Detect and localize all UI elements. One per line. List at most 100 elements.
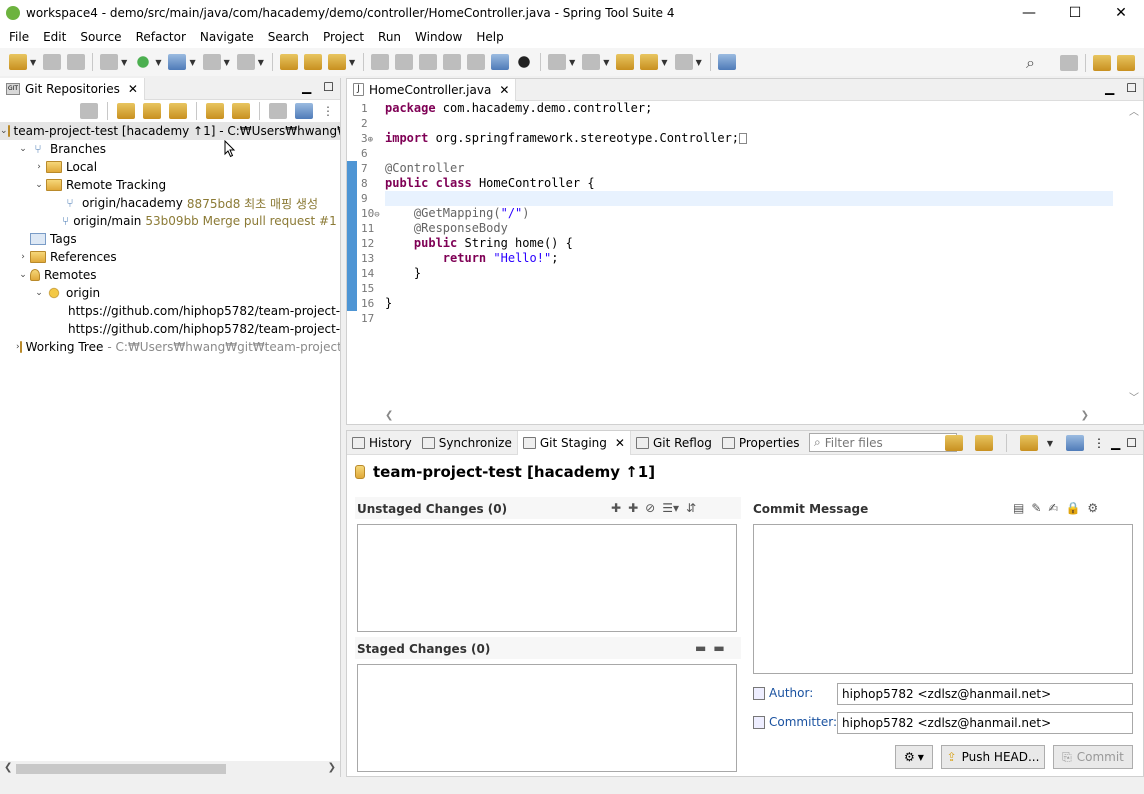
run-icon[interactable] <box>134 54 153 70</box>
chevron-down-icon[interactable]: ▼ <box>696 58 702 67</box>
tree-item-references[interactable]: › References <box>0 248 340 266</box>
menu-help[interactable]: Help <box>469 30 510 44</box>
close-icon[interactable]: ✕ <box>615 436 625 450</box>
scroll-thumb[interactable] <box>16 764 226 774</box>
tree-item-push-url[interactable]: https://github.com/hiphop5782/team-proje… <box>0 320 340 338</box>
minimize-icon[interactable]: ▁ <box>1111 436 1120 450</box>
menu-navigate[interactable]: Navigate <box>193 30 261 44</box>
create-repository-icon[interactable] <box>169 103 187 119</box>
amend-icon[interactable]: ✍ <box>1048 501 1058 515</box>
scroll-up-icon[interactable]: ︿ <box>1129 103 1139 118</box>
committer-field[interactable]: hiphop5782 <zdlsz@hanmail.net> <box>837 712 1133 734</box>
menu-edit[interactable]: Edit <box>36 30 73 44</box>
link-with-selection-icon[interactable] <box>232 103 250 119</box>
close-button[interactable]: ✕ <box>1098 0 1144 26</box>
clone-repository-icon[interactable] <box>143 103 161 119</box>
open-task-icon[interactable] <box>303 54 322 70</box>
tab-git-reflog[interactable]: Git Reflog <box>631 431 717 455</box>
chevron-down-icon[interactable]: ⌄ <box>16 144 30 154</box>
external-tools-icon[interactable] <box>236 54 255 70</box>
presentation-icon[interactable]: ☰▾ <box>662 501 679 515</box>
tree-item-origin-main[interactable]: ⑂ origin/main 53b09bb Merge pull request… <box>0 212 340 230</box>
block-selection-icon[interactable] <box>419 54 438 70</box>
fold-expand-icon[interactable]: ⊕ <box>368 135 373 145</box>
folded-block-icon[interactable] <box>739 133 748 144</box>
scroll-down-icon[interactable]: ﹀ <box>1129 389 1139 404</box>
unstaged-changes-list[interactable] <box>357 524 737 632</box>
link-with-selection-icon[interactable] <box>974 435 993 451</box>
minimize-icon[interactable]: ▁ <box>302 80 311 94</box>
view-menu-icon[interactable]: ⋮ <box>1093 436 1105 450</box>
scroll-left-icon[interactable]: ❮ <box>385 410 393 422</box>
layout-icon[interactable] <box>1066 435 1084 451</box>
menu-search[interactable]: Search <box>261 30 316 44</box>
debug-icon[interactable] <box>100 54 119 70</box>
chevron-down-icon[interactable]: ⌄ <box>0 126 8 136</box>
open-type-icon[interactable] <box>279 54 298 70</box>
new-icon[interactable] <box>9 54 27 70</box>
code-area[interactable]: 1 2 3⊕ 6 7 8 9 10⊖ 11 12 13 14 15 16 17 … <box>347 101 1143 406</box>
chevron-down-icon[interactable]: ▼ <box>121 58 127 67</box>
tree-item-fetch-url[interactable]: https://github.com/hiphop5782/team-proje… <box>0 302 340 320</box>
show-repository-icon[interactable] <box>295 103 313 119</box>
close-icon[interactable]: ✕ <box>499 83 509 97</box>
add-repository-icon[interactable] <box>117 103 135 119</box>
chevron-down-icon[interactable]: ▼ <box>569 58 575 67</box>
chevron-down-icon[interactable]: ⌄ <box>32 288 46 298</box>
tree-item-repository[interactable]: ⌄ team-project-test [hacademy ↑1] - C:₩U… <box>0 122 340 140</box>
last-edit-location-icon[interactable] <box>616 54 635 70</box>
sort-icon[interactable]: ⇵ <box>686 501 696 515</box>
console-icon[interactable] <box>491 54 510 70</box>
run-configuration-icon[interactable] <box>168 54 187 70</box>
menu-source[interactable]: Source <box>73 30 128 44</box>
remove-all-icon[interactable]: ▬ <box>713 641 724 655</box>
tab-git-repositories[interactable]: GIT Git Repositories ✕ <box>0 77 145 100</box>
search-icon[interactable]: ⌕ <box>1026 53 1035 73</box>
chevron-down-icon[interactable]: ▼ <box>349 58 355 67</box>
stop-icon[interactable] <box>202 54 221 70</box>
remove-from-index-icon[interactable]: ▬ <box>695 641 706 655</box>
chevron-down-icon[interactable]: ▼ <box>1047 439 1053 448</box>
maximize-button[interactable]: ☐ <box>1052 0 1098 26</box>
maximize-icon[interactable]: ☐ <box>1126 436 1137 450</box>
author-field[interactable]: hiphop5782 <zdlsz@hanmail.net> <box>837 683 1133 705</box>
scroll-right-icon[interactable]: ❯ <box>328 762 336 773</box>
search-tool-icon[interactable] <box>327 54 346 70</box>
chevron-down-icon[interactable]: ▼ <box>224 58 230 67</box>
view-menu-icon[interactable]: ⋮ <box>322 104 334 118</box>
chevron-right-icon[interactable]: › <box>32 162 46 172</box>
spell-check-icon[interactable]: ✎ <box>1031 501 1041 515</box>
menu-file[interactable]: File <box>2 30 36 44</box>
add-all-icon[interactable]: ✚ <box>628 501 638 515</box>
next-annotation-icon[interactable] <box>548 54 567 70</box>
chevron-right-icon[interactable]: › <box>16 252 30 262</box>
tab-home-controller[interactable]: J HomeController.java ✕ <box>347 78 517 101</box>
maximize-icon[interactable]: ☐ <box>323 80 334 94</box>
editor-vertical-scrollbar[interactable]: ︿ ﹀ <box>1125 101 1143 406</box>
chevron-down-icon[interactable]: ▼ <box>661 58 667 67</box>
commit-button[interactable]: ⎘ Commit <box>1053 745 1133 769</box>
chevron-down-icon[interactable]: ▼ <box>258 58 264 67</box>
ignore-icon[interactable]: ⊘ <box>645 501 655 515</box>
boot-dashboard-icon[interactable] <box>515 54 534 70</box>
chevron-down-icon[interactable]: ▼ <box>155 58 161 67</box>
menu-project[interactable]: Project <box>316 30 371 44</box>
chevron-down-icon[interactable]: ⌄ <box>32 180 46 190</box>
forward-icon[interactable] <box>674 54 693 70</box>
change-id-icon[interactable]: ⚙ <box>1087 501 1098 515</box>
collapse-all-icon[interactable] <box>80 103 98 119</box>
whitespace-icon[interactable] <box>467 54 486 70</box>
tree-item-local[interactable]: › Local <box>0 158 340 176</box>
tree-item-tags[interactable]: Tags <box>0 230 340 248</box>
previous-annotation-icon[interactable] <box>582 54 601 70</box>
git-perspective-icon[interactable] <box>1117 55 1135 71</box>
tree-item-branches[interactable]: ⌄ ⑂ Branches <box>0 140 340 158</box>
tree-item-remote-tracking[interactable]: ⌄ Remote Tracking <box>0 176 340 194</box>
tab-synchronize[interactable]: Synchronize <box>417 431 517 455</box>
push-head-button[interactable]: ⇪ Push HEAD... <box>941 745 1045 769</box>
tree-item-origin[interactable]: ⌄ origin <box>0 284 340 302</box>
refresh-icon[interactable] <box>206 103 224 119</box>
fold-collapse-icon[interactable]: ⊖ <box>374 210 379 220</box>
minimize-icon[interactable]: ▁ <box>1105 81 1114 95</box>
commit-options-button[interactable]: ⚙ ▼ <box>895 745 933 769</box>
